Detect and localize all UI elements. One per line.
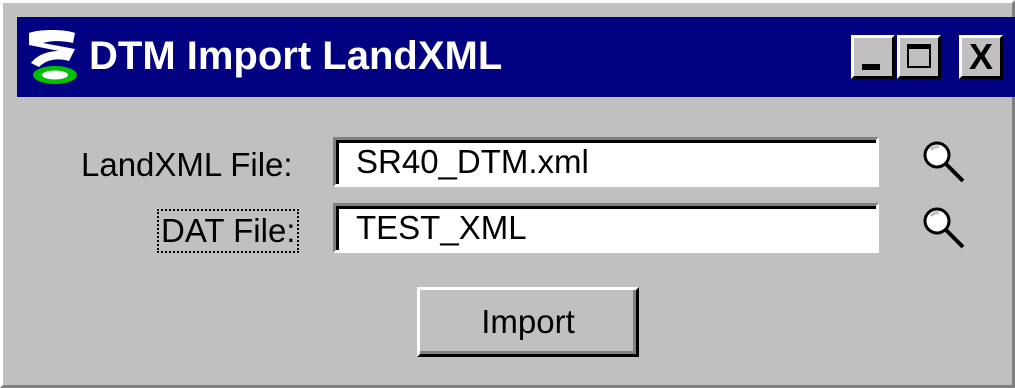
dtm-import-dialog: DTM Import LandXML X LandXML File: DAT F…: [0, 0, 1015, 388]
minimize-button[interactable]: [851, 35, 895, 79]
close-icon: X: [968, 36, 993, 77]
import-button[interactable]: Import: [417, 287, 639, 357]
dat-browse-magnifier-icon[interactable]: [919, 203, 971, 255]
landxml-browse-magnifier-icon[interactable]: [919, 137, 971, 189]
dat-file-input[interactable]: [333, 203, 879, 253]
minimize-icon: [862, 64, 880, 70]
title-bar[interactable]: DTM Import LandXML X: [17, 17, 1015, 97]
dat-file-label: DAT File:: [156, 209, 300, 253]
maximize-icon: [907, 44, 931, 68]
window-title: DTM Import LandXML: [89, 34, 503, 78]
close-button[interactable]: X: [959, 35, 1003, 79]
maximize-button[interactable]: [897, 35, 941, 79]
landxml-file-label: LandXML File:: [81, 146, 293, 183]
landxml-file-input[interactable]: [333, 137, 879, 187]
app-z-logo-icon[interactable]: [25, 27, 79, 87]
